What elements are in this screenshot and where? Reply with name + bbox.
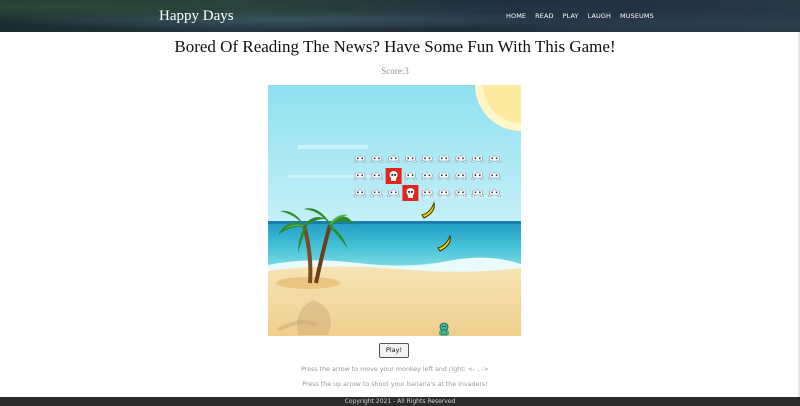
nav-home[interactable]: HOME <box>506 12 526 20</box>
main-nav: HOME READ PLAY LAUGH MUSEUMS <box>506 12 663 20</box>
score-value: 3 <box>404 66 409 76</box>
nav-museums[interactable]: MUSEUMS <box>620 12 654 20</box>
skull-explosion-icon <box>402 185 419 201</box>
game-canvas[interactable] <box>268 85 521 336</box>
play-button[interactable]: Play! <box>379 343 409 358</box>
score-display: Score:3 <box>0 66 790 76</box>
nav-play[interactable]: PLAY <box>563 12 579 20</box>
site-footer: Copyright 2021 - All Rights Reserved <box>0 397 800 406</box>
score-label: Score: <box>381 66 405 76</box>
instruction-shoot: Press the up arrow to shoot your banana'… <box>302 381 488 388</box>
monkey-icon[interactable] <box>439 322 449 336</box>
nav-read[interactable]: READ <box>535 12 553 20</box>
site-header: Happy Days HOME READ PLAY LAUGH MUSEUMS <box>0 0 800 32</box>
instruction-move: Press the arrow to move your monkey left… <box>301 366 489 373</box>
skull-explosion-icon <box>385 168 402 184</box>
game-scene <box>268 85 521 336</box>
nav-laugh[interactable]: LAUGH <box>588 12 611 20</box>
brand-logo[interactable]: Happy Days <box>159 8 234 25</box>
page-title: Bored Of Reading The News? Have Some Fun… <box>174 37 616 56</box>
